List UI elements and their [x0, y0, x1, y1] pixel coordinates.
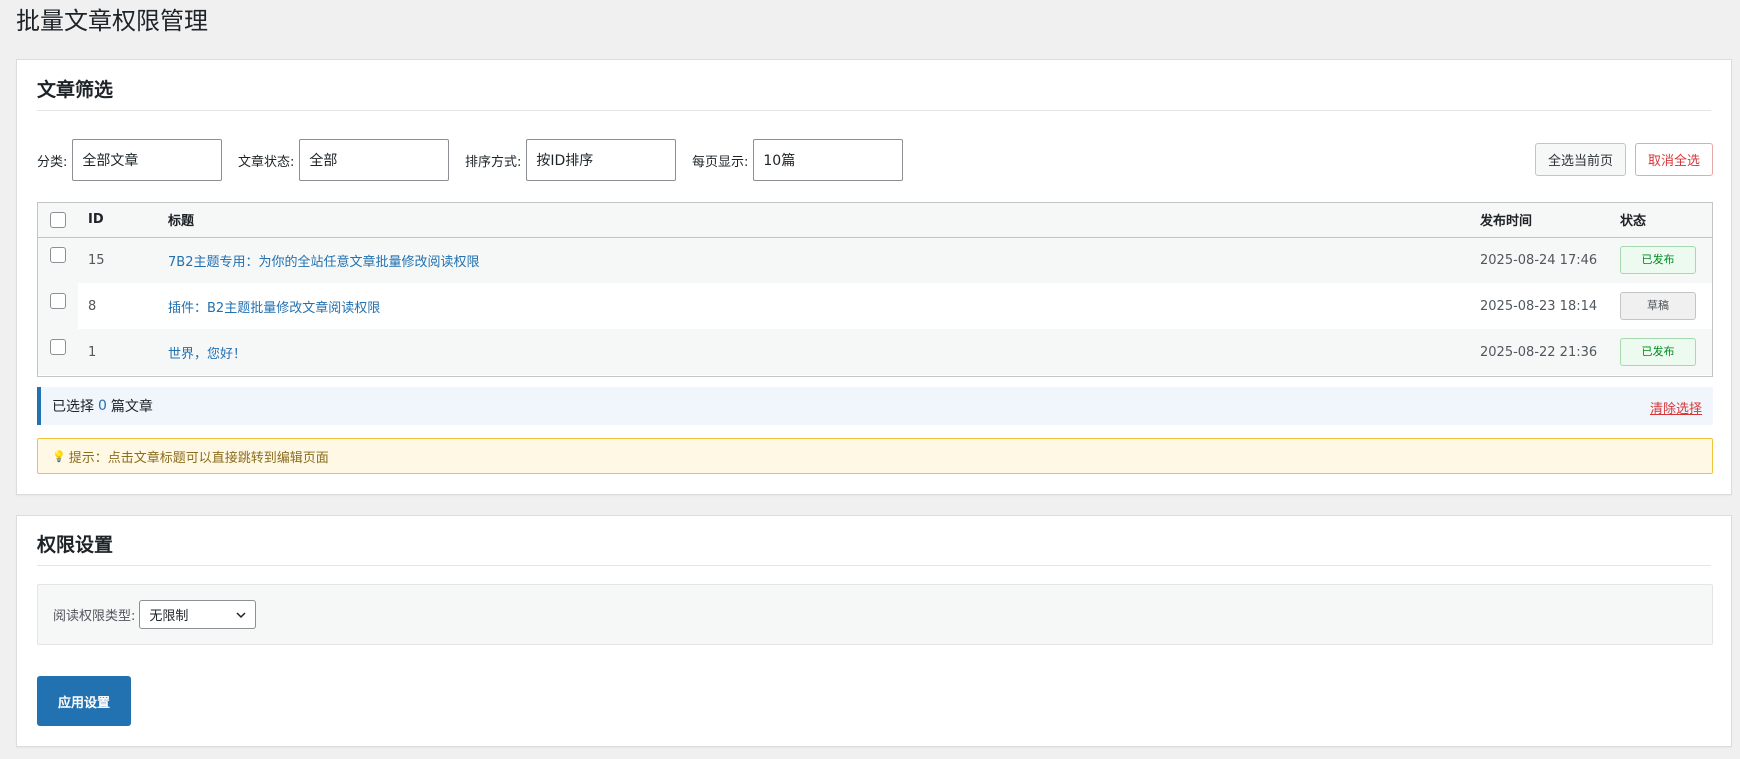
status-label: 文章状态: [238, 154, 295, 170]
row-id: 1 [78, 329, 168, 375]
tip-text: 提示：点击文章标题可以直接跳转到编辑页面 [68, 450, 329, 466]
clear-selection-link[interactable]: 清除选择 [1650, 398, 1702, 417]
per-page-label: 每页显示: [692, 154, 749, 170]
selection-count: 0 [98, 398, 107, 414]
status-column-header: 状态 [1620, 214, 1647, 230]
apply-settings-button[interactable]: 应用设置 [37, 676, 131, 726]
id-column-header: ID [88, 212, 104, 228]
header-checkbox-cell [38, 203, 78, 237]
row-checkbox[interactable] [50, 247, 66, 264]
status-badge: 草稿 [1620, 292, 1696, 320]
filter-card: 文章筛选 分类: 全部文章 文章状态: 全部 排序方式: 按ID排序 每页显示:… [16, 59, 1732, 495]
deselect-all-button[interactable]: 取消全选 [1635, 143, 1713, 176]
selection-suffix: 篇文章 [110, 399, 153, 415]
status-badge: 已发布 [1620, 246, 1696, 275]
sort-filter-group: 排序方式: 按ID排序 [465, 139, 677, 181]
post-title-link[interactable]: 插件：B2主题批量修改文章阅读权限 [168, 301, 380, 316]
permission-settings-box: 阅读权限类型: 无限制 [37, 584, 1713, 645]
read-type-select[interactable]: 无限制 [139, 600, 257, 629]
chevron-down-icon [236, 612, 246, 619]
status-badge: 已发布 [1620, 338, 1696, 366]
table-row: 15 7B2主题专用：为你的全站任意文章批量修改阅读权限 2025-08-24 … [38, 237, 1712, 283]
table-row: 1 世界，您好！ 2025-08-22 21:36 已发布 [38, 329, 1712, 375]
filter-section-title: 文章筛选 [37, 78, 1711, 111]
permission-card: 权限设置 阅读权限类型: 无限制 应用设置 [16, 515, 1732, 747]
sort-select[interactable]: 按ID排序 [526, 139, 677, 181]
status-filter-group: 文章状态: 全部 [238, 139, 450, 181]
select-all-page-button[interactable]: 全选当前页 [1535, 143, 1626, 176]
lightbulb-icon: 💡 [52, 449, 66, 463]
status-select[interactable]: 全部 [299, 139, 450, 181]
date-column-header: 发布时间 [1480, 214, 1533, 230]
per-page-filter-group: 每页显示: 10篇 [692, 139, 904, 181]
filter-row: 分类: 全部文章 文章状态: 全部 排序方式: 按ID排序 每页显示: 10篇 … [37, 139, 1713, 181]
table-row: 8 插件：B2主题批量修改文章阅读权限 2025-08-23 18:14 草稿 [38, 283, 1712, 329]
selection-prefix: 已选择 [52, 399, 94, 415]
row-date: 2025-08-22 21:36 [1480, 329, 1620, 375]
post-title-link[interactable]: 世界，您好！ [168, 347, 246, 362]
row-date: 2025-08-24 17:46 [1480, 237, 1620, 283]
category-label: 分类: [37, 154, 68, 170]
page-title: 批量文章权限管理 [16, 7, 208, 35]
per-page-select[interactable]: 10篇 [753, 139, 904, 181]
tip-notice: 💡 提示：点击文章标题可以直接跳转到编辑页面 [37, 438, 1713, 474]
category-select[interactable]: 全部文章 [72, 139, 223, 181]
permission-section-title: 权限设置 [37, 533, 1711, 566]
read-type-value: 无限制 [149, 609, 189, 624]
row-id: 15 [78, 237, 168, 283]
table-header-row: ID 标题 发布时间 状态 [38, 203, 1712, 237]
post-title-link[interactable]: 7B2主题专用：为你的全站任意文章批量修改阅读权限 [168, 255, 479, 270]
selection-summary-bar: 已选择 0 篇文章 清除选择 [37, 387, 1713, 425]
row-checkbox[interactable] [50, 339, 66, 355]
posts-table: ID 标题 发布时间 状态 15 7B2主题专用：为你的全站任意文章批量修改阅读… [37, 202, 1713, 377]
read-type-label: 阅读权限类型: [53, 609, 136, 624]
select-all-checkbox[interactable] [50, 211, 66, 228]
row-checkbox[interactable] [50, 293, 66, 309]
category-filter-group: 分类: 全部文章 [37, 139, 223, 181]
row-id: 8 [78, 283, 168, 329]
row-date: 2025-08-23 18:14 [1480, 283, 1620, 329]
sort-label: 排序方式: [465, 154, 522, 170]
title-column-header: 标题 [168, 214, 195, 230]
